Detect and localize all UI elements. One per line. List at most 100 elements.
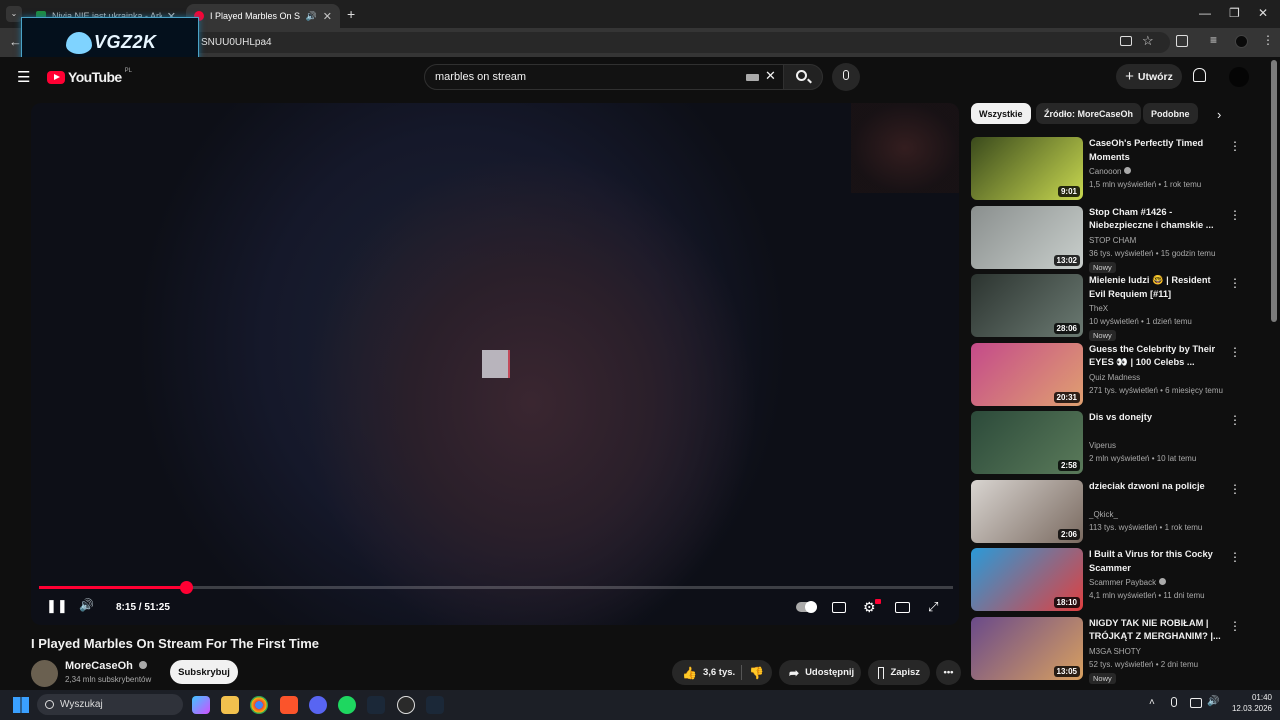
window-close-icon[interactable]: ✕ xyxy=(1258,6,1268,20)
search-button[interactable] xyxy=(783,64,823,90)
progress-bar[interactable] xyxy=(39,581,953,594)
bookmark-star-icon[interactable]: ☆ xyxy=(1142,33,1154,49)
discord-icon[interactable] xyxy=(309,696,327,714)
account-avatar[interactable] xyxy=(1229,67,1249,87)
copilot-icon[interactable] xyxy=(192,696,210,714)
recommended-video-channel[interactable]: _Qkick_ xyxy=(1089,510,1118,519)
recommended-video-title[interactable]: dzieciak dzwoni na policje xyxy=(1089,480,1229,494)
recommended-video-title[interactable]: Stop Cham #1426 - Niebezpieczne i chamsk… xyxy=(1089,206,1229,233)
more-options-icon[interactable]: ⋮ xyxy=(1229,482,1241,496)
profile-avatar-icon[interactable] xyxy=(1235,35,1248,48)
media-controls-icon[interactable]: ≡ xyxy=(1210,33,1217,47)
restore-icon[interactable]: ❐ xyxy=(1229,6,1240,20)
tray-chevron-icon[interactable]: ˄ xyxy=(1149,697,1155,708)
notifications-bell-icon[interactable] xyxy=(1193,68,1206,82)
autoplay-toggle[interactable] xyxy=(796,601,817,613)
more-options-icon[interactable]: ⋮ xyxy=(1229,276,1241,290)
youtube-logo[interactable]: YouTube PL xyxy=(47,68,132,85)
minimize-icon[interactable]: — xyxy=(1199,6,1211,20)
address-bar[interactable] xyxy=(130,32,1170,53)
search-input[interactable]: marbles on stream ✕ xyxy=(424,64,784,90)
brave-icon[interactable] xyxy=(280,696,298,714)
like-button[interactable]: 👍 3,6 tys. 👎 xyxy=(672,660,772,685)
video-thumbnail[interactable]: 13:02 xyxy=(971,205,1083,269)
chip-from-channel[interactable]: Źródło: MoreCaseOh xyxy=(1036,103,1142,124)
thumbs-down-icon[interactable]: 👎 xyxy=(749,666,764,680)
recommended-video[interactable]: 2:06 dzieciak dzwoni na policje _Qkick_ 113… xyxy=(971,479,1241,544)
windows-start-icon[interactable] xyxy=(13,697,29,713)
recommended-video[interactable]: 13:05 NIGDY TAK NIE ROBIŁAM | TRÓJKĄT Z M… xyxy=(971,616,1241,684)
spotify-icon[interactable] xyxy=(338,696,356,714)
video-thumbnail[interactable]: 28:06 xyxy=(971,274,1083,337)
recommended-video-channel[interactable]: Quiz Madness xyxy=(1089,373,1140,382)
recommended-video-channel[interactable]: Canooon xyxy=(1089,167,1132,176)
recommended-video-channel[interactable]: M3GA SHOTY xyxy=(1089,647,1141,656)
url-text[interactable]: SNUU0UHLpa4 xyxy=(201,37,272,48)
cast-icon[interactable] xyxy=(1120,36,1132,46)
more-options-icon[interactable]: ⋮ xyxy=(1229,345,1241,359)
tab-list-icon[interactable]: ⌄ xyxy=(6,6,22,22)
recommended-video[interactable]: 18:10 I Built a Virus for this Cocky Scam… xyxy=(971,548,1241,612)
chrome-icon[interactable] xyxy=(250,696,268,714)
settings-gear-icon[interactable]: ⚙ xyxy=(863,599,876,616)
recommended-video[interactable]: 2:58 Dis vs donejty Viperus 2 mln wyświetle… xyxy=(971,411,1241,475)
share-button[interactable]: ➦ Udostępnij xyxy=(779,660,861,685)
recommended-video-title[interactable]: Mielenie ludzi 🤓 | Resident Evil Requiem… xyxy=(1089,274,1229,301)
more-options-icon[interactable]: ⋮ xyxy=(1229,619,1241,633)
more-options-icon[interactable]: ⋮ xyxy=(1229,550,1241,564)
chip-all[interactable]: Wszystkie xyxy=(971,103,1031,124)
more-options-icon[interactable]: ⋮ xyxy=(1229,208,1241,222)
volume-tray-icon[interactable]: 🔊 xyxy=(1207,696,1219,707)
channel-avatar[interactable] xyxy=(31,660,58,687)
fullscreen-icon[interactable]: ⤢ xyxy=(928,599,938,615)
video-thumbnail[interactable]: 9:01 xyxy=(971,137,1083,200)
subscribe-button[interactable]: Subskrybuj xyxy=(170,660,238,684)
recommended-video-channel[interactable]: Scammer Payback xyxy=(1089,578,1167,587)
video-thumbnail[interactable]: 20:31 xyxy=(971,342,1083,406)
save-button[interactable]: Zapisz xyxy=(868,660,930,685)
subtitles-icon[interactable] xyxy=(832,602,846,613)
recommended-video-channel[interactable]: STOP CHAM xyxy=(1089,236,1136,245)
recommended-video[interactable]: 13:02 Stop Cham #1426 - Niebezpieczne i c… xyxy=(971,205,1241,273)
obs-icon[interactable] xyxy=(397,696,415,714)
recommended-video-title[interactable]: Guess the Celebrity by Their EYES 👀 | 10… xyxy=(1089,343,1229,370)
close-icon[interactable]: ✕ xyxy=(323,10,332,23)
video-thumbnail[interactable]: 2:58 xyxy=(971,411,1083,474)
video-thumbnail[interactable]: 18:10 xyxy=(971,548,1083,611)
new-tab-icon[interactable]: + xyxy=(347,6,355,22)
recommended-video-channel[interactable]: Viperus xyxy=(1089,441,1116,450)
chip-related[interactable]: Podobne xyxy=(1143,103,1198,124)
volume-icon[interactable]: 🔊 xyxy=(79,598,94,612)
steam-icon[interactable] xyxy=(426,696,444,714)
speaker-icon[interactable]: 🔊 xyxy=(306,11,317,22)
network-icon[interactable] xyxy=(1190,698,1202,708)
microphone-tray-icon[interactable] xyxy=(1171,697,1177,707)
recommended-video[interactable]: 9:01 CaseOh's Perfectly Timed Moments Cano… xyxy=(971,137,1241,201)
browser-tab-youtube[interactable]: I Played Marbles On Stream For 🔊 ✕ xyxy=(186,4,340,28)
chevron-right-icon[interactable]: › xyxy=(1217,107,1221,122)
page-scrollbar[interactable] xyxy=(1271,60,1277,322)
theater-mode-icon[interactable] xyxy=(895,602,910,613)
more-actions-button[interactable]: ••• xyxy=(936,660,961,685)
clear-search-icon[interactable]: ✕ xyxy=(765,68,776,84)
recommended-video-title[interactable]: CaseOh's Perfectly Timed Moments xyxy=(1089,137,1229,164)
recommended-video[interactable]: 28:06 Mielenie ludzi 🤓 | Resident Evil Re… xyxy=(971,274,1241,341)
recommended-video-channel[interactable]: TheX xyxy=(1089,304,1108,313)
video-player[interactable] xyxy=(31,103,959,625)
recommended-video-title[interactable]: I Built a Virus for this Cocky Scammer xyxy=(1089,548,1229,575)
browser-menu-icon[interactable]: ⋮ xyxy=(1262,33,1274,47)
pause-icon[interactable]: ❚❚ xyxy=(46,598,68,614)
progress-scrubber[interactable] xyxy=(179,581,193,594)
file-explorer-icon[interactable] xyxy=(221,696,239,714)
voice-search-button[interactable] xyxy=(832,63,860,91)
recommended-video-title[interactable]: NIGDY TAK NIE ROBIŁAM | TRÓJKĄT Z MERGHA… xyxy=(1089,617,1229,644)
video-thumbnail[interactable]: 13:05 xyxy=(971,616,1083,680)
more-options-icon[interactable]: ⋮ xyxy=(1229,139,1241,153)
hamburger-menu-icon[interactable]: ☰ xyxy=(17,68,30,86)
recommended-video[interactable]: 20:31 Guess the Celebrity by Their EYES 👀… xyxy=(971,342,1241,407)
keyboard-icon[interactable] xyxy=(746,74,759,81)
steam-icon[interactable] xyxy=(367,696,385,714)
recommended-video-title[interactable]: Dis vs donejty xyxy=(1089,411,1229,425)
taskbar-search[interactable]: Wyszukaj xyxy=(37,694,183,715)
create-button[interactable]: + Utwórz xyxy=(1116,64,1182,89)
